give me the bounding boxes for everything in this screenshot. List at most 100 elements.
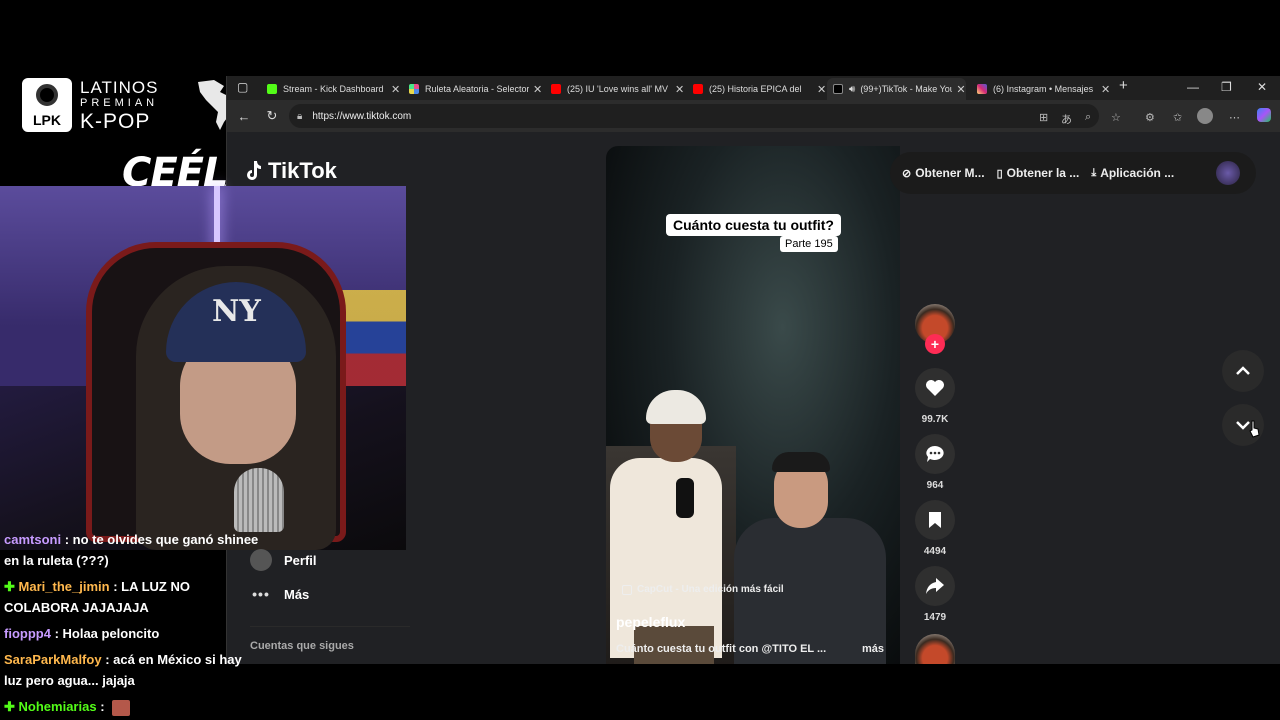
settings-more-icon[interactable]: ⋯ [1229,111,1240,124]
chat-message: camtsoni : no te olvides que ganó shinee… [4,529,262,571]
profile-icon[interactable] [1197,108,1213,124]
kick-favicon-icon [267,84,277,94]
address-bar[interactable]: 🔒︎ https://www.tiktok.com [289,104,1099,128]
tab-tiktok[interactable]: 🔊︎ (99+)TikTok - Make Your Day ✕ [827,78,966,100]
like-button[interactable] [915,368,955,408]
chat-message: fioppp4 : Holaa peloncito [4,623,262,644]
capcut-icon [622,584,632,595]
chat-message: ✚ Nohemiarias : [4,696,262,717]
back-icon[interactable]: ← [233,109,255,124]
tiktok-topbar: ⊘ Obtener M... ▯ Obtener la ... ⤓ Aplica… [890,152,1256,194]
coin-icon: ⊘ [902,167,912,180]
share-button[interactable] [915,566,955,606]
chat-username: Mari_the_jimin [18,579,110,594]
new-tab-icon[interactable]: + [1119,77,1128,94]
minimize-icon[interactable]: — [1187,80,1199,94]
lpk-badge-text: LPK [33,112,61,128]
favorite-star-icon[interactable]: ☆ [1111,111,1121,124]
tab-actions-icon[interactable]: ▢ [237,80,248,94]
tab-ruleta[interactable]: Ruleta Aleatoria - Selector ✕ [403,78,542,100]
capcut-link[interactable]: CapCut - Una edición más fácil [622,584,784,595]
lpk-badge: LPK [22,78,72,132]
youtube-favicon-icon [693,84,703,94]
lpk-logo: LPK LATINOS PREMIAN K-POP [22,76,236,134]
chat-username: fioppp4 [4,626,51,641]
previous-video-button[interactable] [1222,350,1264,392]
video-microphone [676,478,694,518]
ruleta-favicon-icon [409,84,419,94]
site-info-icon[interactable]: 🔒︎ [297,111,302,122]
save-count: 4494 [923,546,947,557]
tab-title: (25) IU 'Love wins all' MV [567,84,668,94]
get-app-button[interactable]: ▯ Obtener la ... [997,166,1080,180]
chat-text: : [100,699,105,714]
video-actions: + 99.7K 964 4494 1479 [912,300,958,664]
download-icon: ⤓ [1091,166,1097,179]
close-tab-icon[interactable]: ✕ [391,83,400,96]
user-avatar[interactable] [1216,161,1240,185]
zoom-icon[interactable]: ⌕ [1085,111,1091,124]
tab-title: Stream - Kick Dashboard [283,84,384,94]
reload-icon[interactable]: ↻ [261,108,283,124]
get-coins-label: Obtener M... [915,166,985,180]
chat-overlay: camtsoni : no te olvides que ganó shinee… [0,528,262,720]
translate-icon[interactable]: あ [1061,111,1072,127]
lpk-text: LATINOS PREMIAN K-POP [80,79,158,132]
close-tab-icon[interactable]: ✕ [817,83,826,96]
chat-text: : Holaa peloncito [54,626,160,641]
share-count: 1479 [923,612,947,623]
webcam-feed: NY [0,186,406,550]
tiktok-video[interactable]: Cuánto cuesta tu outfit? Parte 195 CapCu… [606,146,900,664]
chat-username: SaraParkMalfoy [4,652,102,667]
lpk-line3: K-POP [80,109,151,133]
sidebar-item-label: Perfil [284,552,317,568]
like-count: 99.7K [921,414,949,425]
tab-instagram[interactable]: (6) Instagram • Mensajes ✕ [971,78,1110,100]
restore-icon[interactable]: ❐ [1221,80,1232,94]
desktop-app-button[interactable]: ⤓ Aplicación ... [1091,166,1174,180]
sidebar-divider [250,626,410,627]
app-available-icon[interactable]: ⊞ [1039,111,1048,124]
chat-username: Nohemiarias [18,699,97,714]
sound-avatar[interactable] [915,634,955,664]
capcut-text: CapCut - Una edición más fácil [637,584,784,595]
badge-icon: ✚ [4,579,15,594]
tiktok-sidebar: Perfil ••• Más Cuentas que sigues [250,544,420,664]
video-person-left-hat [646,390,706,424]
microphone-icon [234,468,284,532]
close-tab-icon[interactable]: ✕ [533,83,542,96]
copilot-icon[interactable] [1257,108,1271,122]
vinyl-icon [36,84,58,106]
chat-message: ✚ Mari_the_jimin : LA LUZ NO COLABORA JA… [4,576,262,618]
badge-icon: ✚ [4,699,15,714]
video-author[interactable]: pepeleflux [616,614,685,630]
emote-icon [112,699,131,716]
screen: LPK LATINOS PREMIAN K-POP CEÉLA ▢ Stream… [0,0,1280,720]
close-tab-icon[interactable]: ✕ [675,83,684,96]
ny-logo-icon: NY [212,294,261,329]
lpk-line1: LATINOS [80,77,159,97]
following-heading: Cuentas que sigues [250,640,354,652]
follow-plus-icon[interactable]: + [925,334,945,354]
tab-title: (99+)TikTok - Make Your Day [860,84,953,94]
close-tab-icon[interactable]: ✕ [1101,83,1110,96]
video-description: Cuánto cuesta tu outfit con @TITO EL ... [616,643,827,655]
tab-youtube-iu[interactable]: (25) IU 'Love wins all' MV ✕ [545,78,684,100]
tab-kick-dashboard[interactable]: Stream - Kick Dashboard ✕ [261,78,400,100]
get-coins-button[interactable]: ⊘ Obtener M... [902,166,985,180]
tiktok-logo[interactable]: TikTok [246,158,337,184]
speaker-icon[interactable]: 🔊︎ [849,84,855,95]
heart-icon [926,380,944,396]
video-more-link[interactable]: más [862,643,884,655]
youtube-favicon-icon [551,84,561,94]
extensions-icon[interactable]: ⚙ [1145,111,1155,124]
tab-title: (6) Instagram • Mensajes [993,84,1094,94]
close-tab-icon[interactable]: ✕ [956,83,965,96]
comment-button[interactable] [915,434,955,474]
instagram-favicon-icon [977,84,987,94]
tab-youtube-historia[interactable]: (25) Historia EPICA del ✕ [687,78,826,100]
tab-title: (25) Historia EPICA del [709,84,802,94]
close-window-icon[interactable]: ✕ [1257,80,1267,94]
favorites-icon[interactable]: ✩ [1173,111,1182,124]
save-button[interactable] [915,500,955,540]
